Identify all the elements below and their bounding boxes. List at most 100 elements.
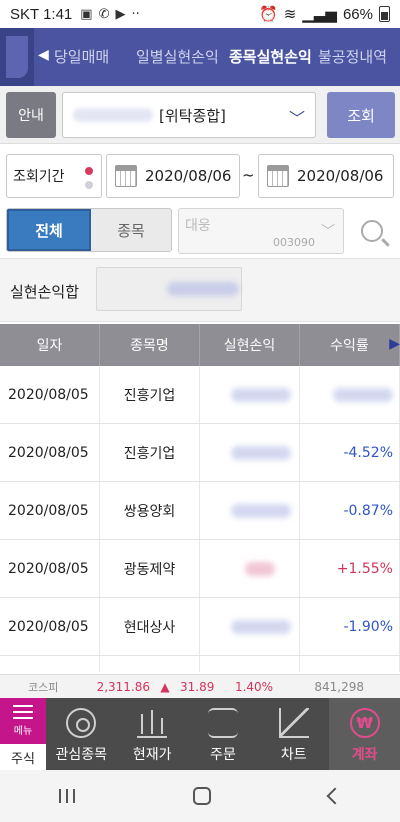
cell-return-rate <box>300 366 400 423</box>
column-scroll-right-icon[interactable]: ▶ <box>389 336 400 352</box>
tab-today-trades[interactable]: 당일매매 <box>54 46 109 67</box>
period-dot-active <box>85 167 93 175</box>
nav-label: 관심종목 <box>55 747 108 763</box>
cell-date: 2020/08/05 <box>0 540 100 597</box>
nav-account[interactable]: ₩ 계좌 <box>329 698 400 770</box>
return-rate: -4.52% <box>343 444 393 461</box>
ticker-index-name: 코스피 <box>28 680 59 694</box>
menu-sub-label: 주식 <box>0 744 46 770</box>
account-type: [위탁종합] <box>159 106 226 125</box>
ticker-change: 31.89 <box>180 679 215 694</box>
table-row[interactable]: 2020/08/05 쌍용양회 -0.87% <box>0 482 400 540</box>
more-icon: ·· <box>131 6 140 22</box>
guide-button[interactable]: 안내 <box>6 92 56 138</box>
table-row[interactable]: 2020/08/05SK케미칼 -1.37% <box>0 656 400 672</box>
side-menu-handle[interactable] <box>0 28 34 86</box>
calendar-icon[interactable] <box>115 165 137 187</box>
end-date: 2020/08/06 <box>297 167 384 185</box>
cell-stock-name: 진흥기업 <box>100 366 200 423</box>
account-select[interactable]: [위탁종합] ﹀ <box>62 92 316 138</box>
swap-icon <box>207 708 238 738</box>
start-date-field[interactable]: 2020/08/06 <box>106 154 240 198</box>
realized-pl-summary: 실현손익합 <box>0 258 400 322</box>
won-icon: ₩ <box>349 708 380 738</box>
stock-select[interactable]: 대웅 003090 ﹀ <box>178 208 344 254</box>
bottom-nav: 메뉴 주식 관심종목 현재가 주문 차트 ₩ 계좌 <box>0 698 400 770</box>
nav-label: 현재가 <box>132 747 172 763</box>
chart-icon <box>278 708 309 738</box>
tab-unfair-history[interactable]: 불공정내역 <box>318 46 387 67</box>
masked-return-rate <box>333 387 393 402</box>
main-menu-button[interactable]: 메뉴 주식 <box>0 698 46 770</box>
period-label: 조회기간 <box>13 169 65 185</box>
battery-percent: 66% <box>342 5 373 23</box>
period-row: 조회기간 2020/08/06 ~ 2020/08/06 <box>0 148 400 204</box>
tab-daily-pl[interactable]: 일별실현손익 <box>136 46 219 67</box>
chevron-down-icon: ﹀ <box>288 109 305 128</box>
cell-stock-name: 쌍용양회 <box>100 482 200 539</box>
cell-return-rate: -1.90% <box>300 598 400 655</box>
tab-stock-pl[interactable]: 종목실현손익 <box>229 46 312 67</box>
table-header: 일자 종목명 실현손익 수익률 ▶ <box>0 324 400 366</box>
tab-scroll-left-icon[interactable]: ◀ <box>38 47 49 63</box>
back-icon[interactable] <box>326 787 344 805</box>
gallery-icon: ▣ <box>80 6 93 22</box>
nav-label: 주문 <box>210 747 236 763</box>
header-realized-pl[interactable]: 실현손익 <box>200 324 300 366</box>
end-date-field[interactable]: 2020/08/06 <box>258 154 394 198</box>
table-row[interactable]: 2020/08/05 현대상사 -1.90% <box>0 598 400 656</box>
chevron-down-icon: ﹀ <box>321 224 335 240</box>
menu-tile: 메뉴 <box>0 698 46 744</box>
scope-all-button[interactable]: 전체 <box>7 209 91 251</box>
cell-return-rate: +1.55% <box>300 540 400 597</box>
date-separator: ~ <box>242 166 255 184</box>
pl-table-body[interactable]: 2020/08/05 진흥기업 2020/08/05 진흥기업 -4.52% 2020/0… <box>0 366 400 672</box>
scope-stock-button[interactable]: 종목 <box>91 209 171 251</box>
cell-date: 2020/08/05 <box>0 656 100 672</box>
cell-realized-pl <box>200 424 300 481</box>
period-toggle[interactable]: 조회기간 <box>6 154 102 198</box>
query-button[interactable]: 조회 <box>327 92 395 138</box>
status-bar: SKT 1:41 ▣ ✆ ▶ ·· ⏰ ≋ ▁▃▅ 66% <box>0 0 400 28</box>
masked-value <box>167 282 239 296</box>
top-tab-bar: ◀ 당일매매 일별실현손익 종목실현손익 불공정내역 <box>0 28 400 86</box>
market-ticker[interactable]: 코스피 2,311.86 ▲ 31.89 1.40% 841,298 <box>0 674 400 698</box>
wifi-icon: ≋ <box>283 6 297 23</box>
cell-realized-pl <box>200 540 300 597</box>
youtube-icon: ▶ <box>115 6 126 22</box>
stock-name: 대웅 <box>185 218 211 234</box>
recent-apps-icon[interactable] <box>59 789 75 803</box>
masked-value <box>231 620 291 634</box>
realized-pl-label: 실현손익합 <box>10 283 80 301</box>
masked-value <box>231 504 291 518</box>
scope-segmented-control: 전체 종목 <box>6 208 172 252</box>
nav-order[interactable]: 주문 <box>188 698 259 770</box>
header-stock-name[interactable]: 종목명 <box>100 324 200 366</box>
nav-current-price[interactable]: 현재가 <box>117 698 188 770</box>
account-row: 안내 [위탁종합] ﹀ 조회 <box>0 86 400 144</box>
stock-code: 003090 <box>273 236 315 249</box>
home-icon[interactable] <box>193 787 211 805</box>
table-row[interactable]: 2020/08/05 진흥기업 <box>0 366 400 424</box>
carrier-time: SKT 1:41 <box>10 5 73 23</box>
price-bars-icon <box>137 708 168 738</box>
return-rate: -0.87% <box>343 502 393 519</box>
battery-icon <box>379 6 390 22</box>
masked-value <box>231 446 291 460</box>
system-icons: ⏰ ≋ ▁▃▅ 66% <box>259 5 390 23</box>
header-return-rate[interactable]: 수익률 <box>300 324 400 366</box>
table-row[interactable]: 2020/08/05 진흥기업 -4.52% <box>0 424 400 482</box>
header-date[interactable]: 일자 <box>0 324 100 366</box>
table-row[interactable]: 2020/08/05 광동제약 +1.55% <box>0 540 400 598</box>
cell-realized-pl <box>200 656 300 672</box>
return-rate: +1.55% <box>336 560 393 577</box>
cell-return-rate: -1.37% <box>300 656 400 672</box>
menu-label: 메뉴 <box>13 726 33 737</box>
nav-watchlist[interactable]: 관심종목 <box>46 698 117 770</box>
cell-stock-name: SK케미칼 <box>100 656 200 672</box>
calendar-icon[interactable] <box>267 165 289 187</box>
stock-search-button[interactable] <box>350 208 394 254</box>
nav-label: 차트 <box>280 747 307 763</box>
nav-chart[interactable]: 차트 <box>258 698 329 770</box>
cell-stock-name: 현대상사 <box>100 598 200 655</box>
